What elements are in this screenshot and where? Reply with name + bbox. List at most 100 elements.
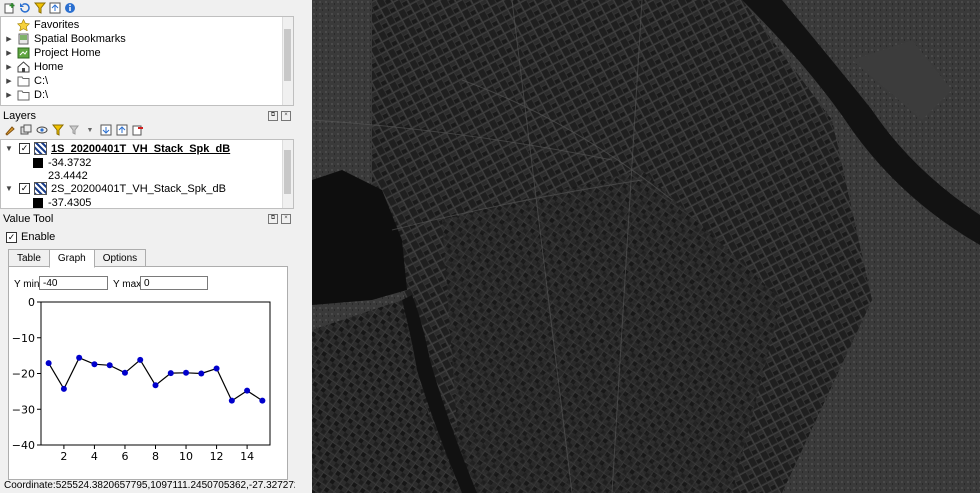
layer-visibility-checkbox[interactable]: ✓ [19, 183, 30, 194]
ymin-input[interactable]: -40 [39, 276, 108, 290]
layer-name[interactable]: 2S_20200401T_VH_Stack_Spk_dB [51, 183, 226, 195]
raster-layer-icon [34, 142, 47, 155]
legend-max-value: 23.4442 [48, 169, 88, 182]
value-tool-panel-buttons: ⧉ × [268, 214, 291, 224]
black-color-swatch [33, 197, 43, 208]
filter-expression-icon[interactable] [68, 124, 80, 136]
filter-legend-icon[interactable] [52, 124, 64, 136]
expand-all-icon[interactable] [100, 124, 112, 136]
x-tick-label: 2 [60, 450, 67, 463]
layer-visibility-checkbox[interactable]: ✓ [19, 143, 30, 154]
plot-frame [40, 301, 271, 446]
expand-arrow-icon[interactable]: ▶ [5, 49, 13, 57]
layer-row-2[interactable]: ▼ ✓ 2S_20200401T_VH_Stack_Spk_dB [1, 182, 226, 195]
dock-splitter[interactable] [295, 0, 312, 493]
layers-scrollbar[interactable] [282, 140, 293, 208]
data-point [106, 362, 113, 369]
enable-label: Enable [21, 231, 56, 243]
browser-panel: Favorites ▶ Spatial Bookmarks ▶ Project … [0, 16, 294, 106]
close-panel-icon[interactable]: × [281, 214, 291, 224]
bookmark-icon [17, 33, 30, 45]
browser-item-label: Home [34, 60, 64, 73]
browser-item-spatial-bookmarks[interactable]: ▶ Spatial Bookmarks [1, 32, 126, 45]
ymax-label: Y max [113, 279, 142, 290]
collapse-all-icon[interactable] [116, 124, 128, 136]
browser-item-label: Project Home [34, 46, 101, 59]
data-point [183, 369, 190, 376]
tab-graph[interactable]: Graph [48, 249, 95, 268]
x-tick-label: 12 [210, 450, 224, 463]
dropdown-arrow-icon[interactable]: ▼ [84, 124, 96, 136]
data-point [167, 370, 174, 377]
layer-styling-icon[interactable] [4, 124, 16, 136]
float-panel-icon[interactable]: ⧉ [268, 111, 278, 121]
scrollbar-thumb[interactable] [284, 29, 291, 81]
data-point [259, 397, 266, 404]
browser-item-favorites[interactable]: Favorites [1, 18, 79, 32]
x-tick-label: 6 [121, 450, 128, 463]
x-tick-label: 4 [91, 450, 98, 463]
layers-tree: ▼ ✓ 1S_20200401T_VH_Stack_Spk_dB -34.373… [0, 139, 294, 209]
legend-min-row: -37.4305 [33, 196, 92, 209]
browser-item-project-home[interactable]: ▶ Project Home [1, 46, 101, 59]
x-tick-label: 8 [152, 450, 159, 463]
legend-min-value: -34.3732 [48, 156, 92, 169]
collapse-arrow-icon[interactable]: ▼ [5, 144, 13, 153]
filter-icon[interactable] [34, 2, 46, 14]
legend-max-row: 23.4442 [48, 169, 88, 182]
browser-item-d-drive[interactable]: ▶ D:\ [1, 88, 48, 101]
enable-row: ✓ Enable [6, 231, 55, 243]
browser-item-c-drive[interactable]: ▶ C:\ [1, 74, 48, 87]
data-point [228, 397, 235, 404]
y-tick-label: −30 [12, 403, 35, 416]
refresh-icon[interactable] [19, 2, 31, 14]
x-tick-label: 14 [240, 450, 254, 463]
add-layer-icon[interactable] [4, 2, 16, 14]
data-point [152, 382, 159, 389]
data-point [91, 361, 98, 368]
collapse-arrow-icon[interactable]: ▼ [5, 184, 13, 193]
star-icon [16, 18, 31, 32]
layer-name[interactable]: 1S_20200401T_VH_Stack_Spk_dB [51, 143, 230, 155]
enable-checkbox[interactable]: ✓ [6, 231, 17, 243]
y-tick-label: −20 [12, 368, 35, 381]
float-panel-icon[interactable]: ⧉ [268, 214, 278, 224]
data-point [121, 369, 128, 376]
add-group-icon[interactable] [20, 124, 32, 136]
expand-arrow-icon[interactable]: ▶ [5, 91, 13, 99]
legend-min-value: -37.4305 [48, 196, 92, 209]
manage-map-themes-icon[interactable] [36, 124, 48, 136]
layers-panel-title: Layers [3, 110, 37, 122]
sar-image [312, 0, 980, 493]
project-home-icon [17, 47, 30, 59]
collapse-all-icon[interactable] [49, 2, 61, 14]
expand-arrow-icon[interactable]: ▶ [5, 63, 13, 71]
ymin-label: Y min [14, 279, 40, 290]
close-panel-icon[interactable]: × [281, 111, 291, 121]
browser-scrollbar[interactable] [282, 17, 293, 105]
graph-tab-content: Y min -40 Y max 0 0 −10 −20 −30 −40 2 4 6 8 10 12… [8, 266, 288, 480]
ymax-input[interactable]: 0 [140, 276, 208, 290]
data-point [213, 365, 220, 372]
scrollbar-thumb[interactable] [284, 150, 291, 194]
raster-layer-icon [34, 182, 47, 195]
folder-icon [17, 75, 30, 87]
folder-icon [17, 89, 30, 101]
browser-item-label: C:\ [34, 74, 49, 87]
data-point [60, 385, 67, 392]
browser-item-label: D:\ [34, 88, 49, 101]
browser-toolbar [4, 2, 76, 14]
layer-row-1[interactable]: ▼ ✓ 1S_20200401T_VH_Stack_Spk_dB [1, 142, 291, 155]
data-point [137, 356, 144, 363]
data-point [198, 370, 205, 377]
home-icon [17, 61, 30, 73]
expand-arrow-icon[interactable]: ▶ [5, 77, 13, 85]
left-dock: Favorites ▶ Spatial Bookmarks ▶ Project … [0, 0, 349, 493]
map-canvas[interactable] [312, 0, 980, 493]
black-color-swatch [33, 157, 43, 168]
remove-layer-icon[interactable] [132, 124, 144, 136]
x-tick-label: 10 [179, 450, 193, 463]
info-icon[interactable] [64, 2, 76, 14]
expand-arrow-icon[interactable]: ▶ [5, 35, 13, 43]
browser-item-home[interactable]: ▶ Home [1, 60, 63, 73]
